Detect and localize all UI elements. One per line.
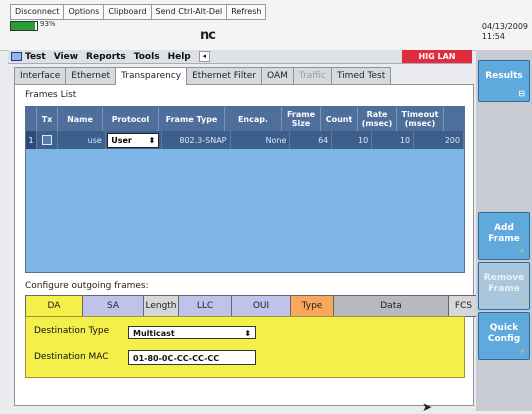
lightning-icon: ⚡: [519, 297, 525, 306]
col-header-frame-type: Frame Type: [159, 107, 225, 131]
tab-ethernet-filter[interactable]: Ethernet Filter: [186, 67, 263, 84]
destination-type-label: Destination Type: [34, 326, 110, 336]
remote-toolbar: Disconnect Options Clipboard Send Ctrl-A…: [10, 4, 267, 20]
clipboard-button[interactable]: Clipboard: [104, 5, 152, 19]
help-arrow-icon[interactable]: ◂: [198, 51, 210, 62]
results-label: Results: [485, 71, 523, 81]
date-time: 04/13/2009 11:54: [482, 22, 528, 42]
menubar: Test View Reports Tools Help ◂ HIG LAN: [8, 50, 472, 64]
tab-ethernet[interactable]: Ethernet: [65, 67, 117, 84]
destination-type-value: Multicast: [133, 329, 175, 338]
results-button[interactable]: Results ⊟: [478, 60, 530, 102]
col-header-rate: Rate (msec): [358, 107, 397, 131]
row-frame-size: 64: [290, 131, 333, 149]
row-encap: None: [231, 131, 291, 149]
row-name: use: [58, 131, 106, 149]
window-icon: [11, 52, 22, 61]
options-button[interactable]: Options: [64, 5, 105, 19]
top-toolbar: Disconnect Options Clipboard Send Ctrl-A…: [0, 0, 532, 51]
frame-fields-bar: DA SA Length LLC OUI Type Data FCS: [25, 295, 479, 317]
col-header-name: Name: [58, 107, 103, 131]
transparency-panel: Frames List Tx Name Protocol Frame Type …: [14, 84, 479, 406]
row-frame-type: 802.3-SNAP: [162, 131, 231, 149]
col-header-timeout: Timeout (msec): [397, 107, 444, 131]
field-sa[interactable]: SA: [82, 295, 144, 317]
disconnect-button[interactable]: Disconnect: [11, 5, 65, 19]
destination-type-select[interactable]: Multicast ⬍: [128, 326, 256, 339]
tab-transparency[interactable]: Transparency: [115, 67, 188, 85]
da-config-box: Destination Type Multicast ⬍ Destination …: [25, 316, 465, 378]
row-index: 1: [26, 131, 37, 149]
destination-mac-field[interactable]: 01-80-0C-CC-CC-CC: [128, 350, 256, 365]
tab-bar: Interface Ethernet Transparency Ethernet…: [14, 67, 392, 85]
row-count: 10: [332, 131, 373, 149]
protocol-value: User: [111, 135, 132, 145]
protocol-select[interactable]: User ⬍: [107, 132, 160, 148]
frames-list-label: Frames List: [25, 90, 77, 100]
col-header-tx: Tx: [37, 107, 58, 131]
field-fcs[interactable]: FCS: [448, 295, 479, 317]
field-oui[interactable]: OUI: [231, 295, 291, 317]
date-text: 04/13/2009: [481, 22, 528, 31]
table-header: Tx Name Protocol Frame Type Encap. Frame…: [26, 107, 464, 131]
tab-interface[interactable]: Interface: [14, 67, 67, 84]
field-data[interactable]: Data: [333, 295, 449, 317]
protocol-select-cell: User ⬍: [106, 131, 162, 149]
add-frame-label: Add Frame: [488, 223, 520, 244]
tab-traffic: Traffic: [292, 67, 332, 84]
menu-tools[interactable]: Tools: [134, 52, 160, 62]
tx-checkbox[interactable]: [37, 131, 58, 149]
quick-config-button[interactable]: Quick Config ⚡: [478, 312, 530, 360]
lightning-icon: ⚡: [519, 347, 525, 356]
frames-table: Tx Name Protocol Frame Type Encap. Frame…: [25, 106, 465, 273]
logo: nc: [200, 28, 216, 43]
table-row[interactable]: 1 use User ⬍ 802.3-SNAP None 64 10 10 200: [26, 131, 464, 149]
configure-label: Configure outgoing frames:: [25, 281, 149, 291]
battery-icon: [10, 21, 38, 31]
checkbox-icon: [41, 135, 52, 145]
send-ctrl-alt-del-button[interactable]: Send Ctrl-Alt-Del: [152, 5, 228, 19]
field-length[interactable]: Length: [143, 295, 179, 317]
mouse-cursor-icon: ➤: [422, 400, 433, 414]
quick-config-label: Quick Config: [487, 323, 521, 344]
refresh-button[interactable]: Refresh: [227, 5, 265, 19]
softkey-panel: Results ⊟ Add Frame ⚡ Remove Frame ⚡ Qui…: [476, 50, 532, 411]
select-arrows-icon: ⬍: [148, 135, 156, 145]
select-arrows-icon: ⬍: [244, 329, 251, 338]
field-type[interactable]: Type: [290, 295, 334, 317]
remove-frame-button: Remove Frame ⚡: [478, 262, 530, 310]
menu-test-label: Test: [25, 51, 46, 62]
row-timeout: 200: [414, 131, 464, 149]
menu-test[interactable]: Test: [8, 52, 46, 62]
row-rate: 10: [372, 131, 415, 149]
time-text: 11:54: [481, 32, 505, 41]
col-header-encap: Encap.: [225, 107, 282, 131]
col-header-frame-size: Frame Size: [282, 107, 321, 131]
status-badge: HIG LAN: [402, 50, 472, 63]
tab-timed-test[interactable]: Timed Test: [330, 67, 392, 84]
col-header-count: Count: [321, 107, 358, 131]
field-llc[interactable]: LLC: [178, 295, 232, 317]
col-header-protocol: Protocol: [103, 107, 159, 131]
lightning-icon: ⚡: [519, 247, 525, 256]
split-icon: ⊟: [518, 89, 525, 98]
battery-percentage: 93%: [40, 20, 56, 28]
menu-view[interactable]: View: [54, 52, 78, 62]
field-da[interactable]: DA: [25, 295, 83, 317]
tab-oam[interactable]: OAM: [261, 67, 294, 84]
remove-frame-label: Remove Frame: [483, 273, 525, 294]
menu-help[interactable]: Help: [168, 52, 191, 62]
col-header-index: [26, 107, 37, 131]
destination-mac-label: Destination MAC: [34, 352, 109, 362]
menu-reports[interactable]: Reports: [86, 52, 126, 62]
add-frame-button[interactable]: Add Frame ⚡: [478, 212, 530, 260]
